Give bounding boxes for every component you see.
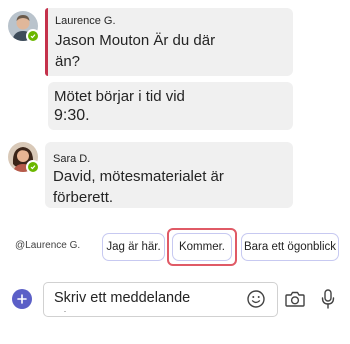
presence-available-icon: [26, 160, 40, 174]
message-bubble[interactable]: Mötet börjar i tid vid 9:30.: [48, 82, 293, 130]
message-text-line: Jason Mouton Är du där: [55, 32, 216, 49]
add-button[interactable]: [12, 289, 32, 309]
camera-button[interactable]: [283, 288, 307, 310]
message-compose-field[interactable]: Skriv ett meddelande: [43, 282, 278, 317]
message-text-line: förberett.: [53, 189, 114, 206]
camera-icon: [285, 291, 305, 307]
sender-name: Laurence G.: [55, 15, 116, 27]
presence-available-icon: [26, 29, 40, 43]
suggested-reply-chip[interactable]: Bara ett ögonblick: [241, 233, 339, 261]
avatar-laurence[interactable]: [8, 11, 40, 43]
message-bubble[interactable]: Sara D. David, mötesmaterialet är förber…: [45, 142, 293, 208]
plus-icon: [17, 294, 27, 304]
message-text-line: Mötet börjar i tid vid: [54, 88, 185, 105]
microphone-button[interactable]: [318, 288, 338, 310]
reply-mention-label: @Laurence G.: [15, 240, 81, 251]
microphone-icon: [321, 289, 335, 309]
suggested-reply-chip[interactable]: Jag är här.: [102, 233, 165, 261]
text-caret: [64, 311, 66, 312]
avatar-sara[interactable]: [8, 142, 40, 174]
emoji-button[interactable]: [245, 288, 267, 310]
message-text-line: än?: [55, 53, 81, 70]
chat-screen: Laurence G. Jason Mouton Är du där än? M…: [0, 0, 350, 344]
compose-placeholder: Skriv ett meddelande: [54, 290, 191, 306]
emoji-icon: [247, 290, 265, 308]
sender-name: Sara D.: [53, 153, 91, 165]
message-text-line: 9:30.: [54, 107, 90, 124]
suggested-reply-chip[interactable]: Kommer.: [172, 233, 232, 261]
message-text-line: David, mötesmaterialet är: [53, 168, 224, 185]
message-bubble-important[interactable]: Laurence G. Jason Mouton Är du där än?: [45, 8, 293, 76]
